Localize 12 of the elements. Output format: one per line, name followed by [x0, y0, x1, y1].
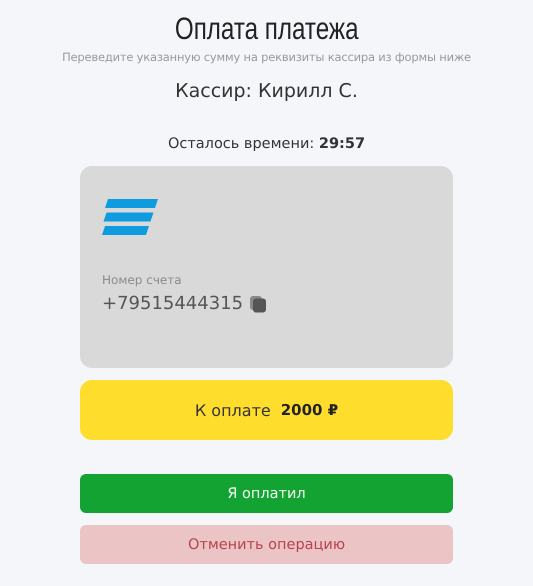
amount-value: 2000 ₽ — [280, 401, 338, 419]
cashier-name: Кассир: Кирилл С. — [175, 80, 358, 102]
countdown-text: Осталось времени: 29:57 — [168, 136, 366, 152]
paid-button[interactable]: Я оплатил — [80, 474, 453, 513]
amount-label: К оплате — [194, 400, 271, 420]
account-label: Номер счета — [102, 273, 182, 287]
stripes-logo-icon — [102, 199, 158, 235]
account-number: +79515444315 — [102, 293, 244, 314]
copy-icon[interactable] — [249, 294, 268, 312]
cancel-button[interactable]: Отменить операцию — [80, 525, 453, 564]
page-title: Оплата платежа — [174, 10, 358, 48]
instruction-text: Переведите указанную сумму на реквизиты кассира из формы ниже — [62, 50, 471, 64]
